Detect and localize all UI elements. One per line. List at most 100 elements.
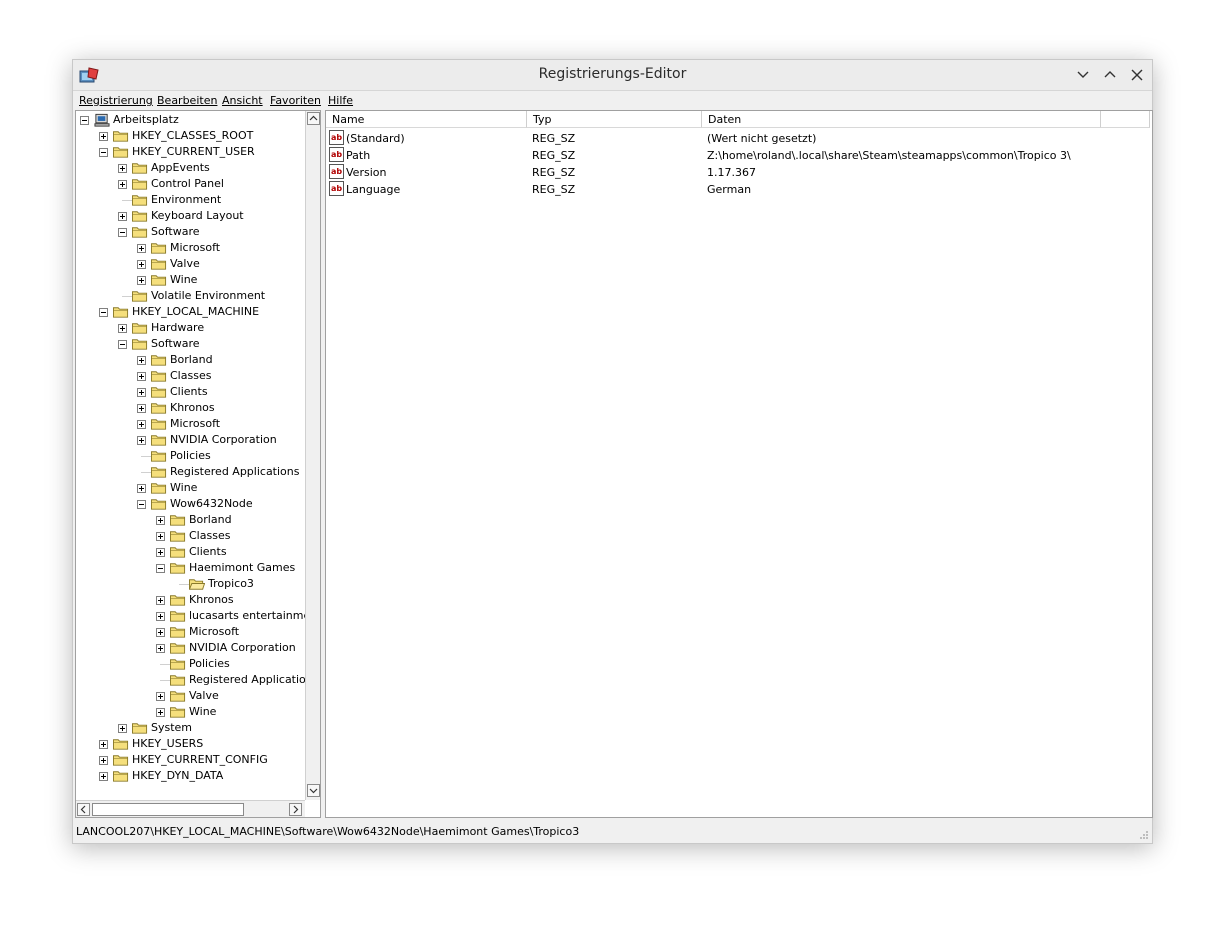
collapse-minus-icon[interactable] <box>99 308 108 317</box>
tree-item[interactable]: Software <box>76 224 305 240</box>
expand-plus-icon[interactable] <box>137 484 146 493</box>
tree-item[interactable]: Hardware <box>76 320 305 336</box>
tree-item[interactable]: lucasarts entertainment <box>76 608 320 624</box>
close-icon[interactable] <box>1129 67 1145 83</box>
tree-item[interactable]: Khronos <box>76 400 305 416</box>
collapse-minus-icon[interactable] <box>118 228 127 237</box>
tree-item[interactable]: Microsoft <box>76 416 305 432</box>
tree-item[interactable]: HKEY_DYN_DATA <box>76 768 305 784</box>
tree-item[interactable]: Borland <box>76 352 305 368</box>
scroll-thumb[interactable] <box>92 803 244 816</box>
column-header-type[interactable]: Typ <box>527 111 702 128</box>
tree-item[interactable]: Volatile Environment <box>76 288 305 304</box>
tree-horizontal-scrollbar[interactable] <box>76 800 305 817</box>
expand-plus-icon[interactable] <box>137 356 146 365</box>
expand-plus-icon[interactable] <box>156 516 165 525</box>
tree-item[interactable]: Wine <box>76 272 305 288</box>
expand-plus-icon[interactable] <box>99 132 108 141</box>
tree-item[interactable]: Wow6432Node <box>76 496 305 512</box>
tree-item[interactable]: Registered Applications <box>76 464 305 480</box>
tree-item[interactable]: HKEY_CURRENT_USER <box>76 144 305 160</box>
tree-item[interactable]: Software <box>76 336 305 352</box>
tree-item[interactable]: Khronos <box>76 592 305 608</box>
tree-item[interactable]: Registered Applications <box>76 672 319 688</box>
expand-plus-icon[interactable] <box>137 260 146 269</box>
tree-item[interactable]: System <box>76 720 305 736</box>
tree-item[interactable]: Environment <box>76 192 305 208</box>
tree-item[interactable]: NVIDIA Corporation <box>76 432 305 448</box>
expand-plus-icon[interactable] <box>118 324 127 333</box>
expand-plus-icon[interactable] <box>99 740 108 749</box>
expand-plus-icon[interactable] <box>137 372 146 381</box>
key-tree[interactable]: Arbeitsplatz HKEY_CLASSES_ROOT HKEY_CURREN… <box>75 110 321 818</box>
tree-item[interactable]: NVIDIA Corporation <box>76 640 305 656</box>
scroll-up-button[interactable] <box>307 112 320 125</box>
expand-plus-icon[interactable] <box>156 708 165 717</box>
values-list[interactable]: Name Typ Daten ab (Standard) REG_SZ (Wert n… <box>325 110 1153 818</box>
tree-item[interactable]: Valve <box>76 256 305 272</box>
tree-item[interactable]: AppEvents <box>76 160 305 176</box>
scroll-right-button[interactable] <box>289 803 302 816</box>
expand-plus-icon[interactable] <box>156 692 165 701</box>
resize-grip-icon[interactable] <box>1139 830 1149 840</box>
title-bar[interactable]: Registrierungs-Editor <box>73 60 1152 91</box>
menu-registrierung[interactable]: Registrierung <box>79 94 153 107</box>
value-row[interactable]: ab (Standard) REG_SZ (Wert nicht gesetzt) <box>326 130 1152 147</box>
maximize-icon[interactable] <box>1102 67 1118 83</box>
expand-plus-icon[interactable] <box>156 548 165 557</box>
collapse-minus-icon[interactable] <box>137 500 146 509</box>
menu-ansicht[interactable]: Ansicht <box>222 94 263 107</box>
expand-plus-icon[interactable] <box>99 772 108 781</box>
expand-plus-icon[interactable] <box>99 756 108 765</box>
column-header-data[interactable]: Daten <box>702 111 1101 128</box>
column-header-name[interactable]: Name <box>326 111 527 128</box>
tree-item[interactable]: Keyboard Layout <box>76 208 305 224</box>
expand-plus-icon[interactable] <box>118 180 127 189</box>
scroll-down-button[interactable] <box>307 784 320 797</box>
collapse-minus-icon[interactable] <box>80 116 89 125</box>
expand-plus-icon[interactable] <box>137 404 146 413</box>
tree-item[interactable]: Borland <box>76 512 305 528</box>
expand-plus-icon[interactable] <box>156 612 165 621</box>
menu-hilfe[interactable]: Hilfe <box>328 94 353 107</box>
minimize-icon[interactable] <box>1075 67 1091 83</box>
tree-item[interactable]: Wine <box>76 704 305 720</box>
tree-item[interactable]: Haemimont Games <box>76 560 305 576</box>
expand-plus-icon[interactable] <box>118 724 127 733</box>
expand-plus-icon[interactable] <box>137 244 146 253</box>
tree-item[interactable]: HKEY_USERS <box>76 736 305 752</box>
tree-item[interactable]: Classes <box>76 528 305 544</box>
tree-item[interactable]: Clients <box>76 384 305 400</box>
tree-item[interactable]: Microsoft <box>76 624 305 640</box>
tree-item[interactable]: HKEY_LOCAL_MACHINE <box>76 304 305 320</box>
expand-plus-icon[interactable] <box>118 164 127 173</box>
tree-item[interactable]: Tropico3 <box>76 576 305 592</box>
tree-item[interactable]: HKEY_CURRENT_CONFIG <box>76 752 305 768</box>
expand-plus-icon[interactable] <box>137 276 146 285</box>
expand-plus-icon[interactable] <box>118 212 127 221</box>
expand-plus-icon[interactable] <box>156 644 165 653</box>
tree-item[interactable]: Microsoft <box>76 240 305 256</box>
tree-item[interactable]: Policies <box>76 448 305 464</box>
expand-plus-icon[interactable] <box>137 388 146 397</box>
value-row[interactable]: ab Path REG_SZ Z:\home\roland\.local\share\… <box>326 147 1152 164</box>
menu-bearbeiten[interactable]: Bearbeiten <box>157 94 217 107</box>
tree-item[interactable]: Valve <box>76 688 305 704</box>
tree-item[interactable]: Wine <box>76 480 305 496</box>
tree-item[interactable]: Arbeitsplatz <box>76 112 305 128</box>
tree-item[interactable]: Clients <box>76 544 305 560</box>
tree-item[interactable]: HKEY_CLASSES_ROOT <box>76 128 305 144</box>
value-row[interactable]: ab Language REG_SZ German <box>326 181 1152 198</box>
expand-plus-icon[interactable] <box>137 436 146 445</box>
expand-plus-icon[interactable] <box>156 628 165 637</box>
menu-favoriten[interactable]: Favoriten <box>270 94 321 107</box>
expand-plus-icon[interactable] <box>156 532 165 541</box>
value-row[interactable]: ab Version REG_SZ 1.17.367 <box>326 164 1152 181</box>
expand-plus-icon[interactable] <box>137 420 146 429</box>
tree-item[interactable]: Classes <box>76 368 305 384</box>
collapse-minus-icon[interactable] <box>99 148 108 157</box>
tree-vertical-scrollbar[interactable] <box>305 111 320 800</box>
expand-plus-icon[interactable] <box>156 596 165 605</box>
tree-item[interactable]: Policies <box>76 656 305 672</box>
collapse-minus-icon[interactable] <box>118 340 127 349</box>
